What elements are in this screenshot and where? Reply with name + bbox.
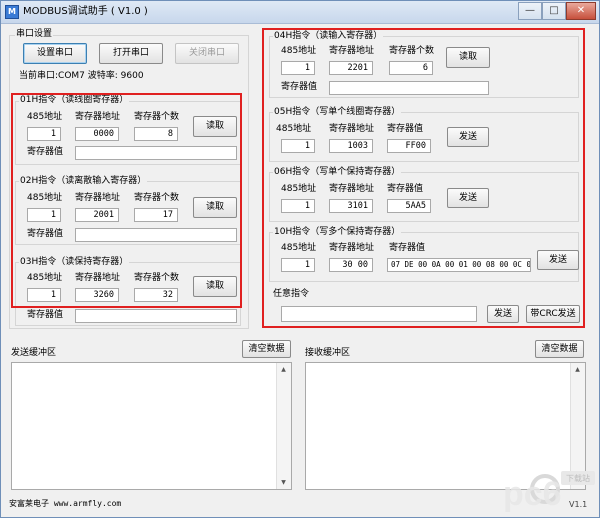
serial-settings-label: 串口设置 bbox=[15, 29, 54, 40]
send-buffer-clear-button[interactable]: 清空数据 bbox=[242, 340, 291, 358]
scroll-up-arrow-icon[interactable]: ▲ bbox=[277, 363, 290, 376]
minimize-button[interactable]: — bbox=[518, 2, 542, 20]
right-highlight-box bbox=[262, 28, 585, 328]
app-icon: M bbox=[5, 5, 19, 19]
scroll-down-arrow-icon[interactable]: ▼ bbox=[277, 476, 290, 489]
footer-company: 安富莱电子 www.armfly.com bbox=[9, 499, 122, 508]
send-buffer-label: 发送缓冲区 bbox=[11, 348, 57, 358]
recv-buffer-clear-button[interactable]: 清空数据 bbox=[535, 340, 584, 358]
close-button[interactable]: ✕ bbox=[566, 2, 596, 20]
svg-text:下载站: 下载站 bbox=[566, 473, 590, 483]
left-highlight-box bbox=[11, 93, 242, 308]
send-buffer-scrollbar[interactable]: ▲ ▼ bbox=[276, 363, 291, 489]
scroll-up-arrow-icon[interactable]: ▲ bbox=[571, 363, 584, 376]
maximize-button[interactable]: □ bbox=[542, 2, 566, 20]
app-window: M MODBUS调试助手 ( V1.0 ) — □ ✕ 串口设置 设置串口 打开… bbox=[0, 0, 600, 518]
f03-val-label: 寄存器值 bbox=[27, 310, 64, 320]
f03-val-field[interactable] bbox=[75, 309, 237, 323]
recv-buffer-label: 接收缓冲区 bbox=[305, 348, 351, 358]
watermark-logo: pc6 下载站 bbox=[503, 471, 595, 513]
send-buffer-textarea[interactable]: ▲ ▼ bbox=[11, 362, 292, 490]
window-title: MODBUS调试助手 ( V1.0 ) bbox=[23, 6, 148, 17]
open-serial-button[interactable]: 打开串口 bbox=[99, 43, 163, 64]
title-bar[interactable]: M MODBUS调试助手 ( V1.0 ) — □ ✕ bbox=[1, 1, 599, 24]
serial-status: 当前串口:COM7 波特率: 9600 bbox=[19, 71, 144, 81]
setup-serial-button[interactable]: 设置串口 bbox=[23, 43, 87, 64]
svg-text:pc6: pc6 bbox=[503, 475, 562, 513]
close-serial-button[interactable]: 关闭串口 bbox=[175, 43, 239, 64]
